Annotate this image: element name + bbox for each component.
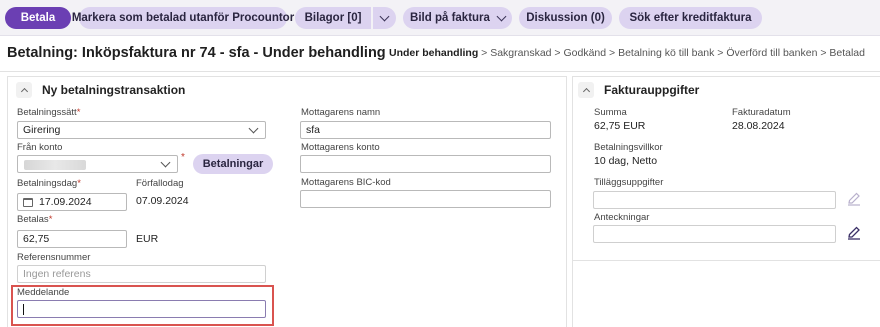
mottagarens-konto-input[interactable]: [300, 155, 551, 173]
currency-label: EUR: [136, 233, 159, 245]
mottagarens-konto-label: Mottagarens konto: [301, 142, 380, 153]
fakturadatum-value: 28.08.2024: [732, 120, 785, 132]
pencil-icon[interactable]: [846, 225, 862, 241]
diskussion-label: Diskussion (0): [526, 12, 605, 24]
tillaggsuppgifter-input[interactable]: [593, 191, 836, 209]
chevron-up-icon: [20, 87, 28, 96]
breadcrumb-separator: >: [478, 47, 491, 59]
summa-label: Summa: [594, 107, 627, 118]
sok-label: Sök efter kreditfaktura: [629, 12, 752, 24]
forfallodag-value: 07.09.2024: [136, 195, 189, 207]
betalas-amount-input[interactable]: 62,75: [17, 230, 127, 248]
pencil-icon[interactable]: [846, 191, 862, 207]
mottagarens-namn-input[interactable]: sfa: [300, 121, 551, 139]
breadcrumb-item-betalning-ko: Betalning kö till bank: [618, 47, 715, 59]
fran-konto-select[interactable]: [17, 155, 178, 173]
breadcrumb: Under behandling > Sakgranskad > Godkänd…: [389, 47, 865, 59]
chevron-down-icon: [379, 11, 390, 21]
markera-betalad-button[interactable]: Markera som betalad utanför Procountor: [72, 7, 294, 29]
text-cursor: [23, 303, 24, 315]
chevron-down-icon: [496, 11, 507, 21]
bild-label: Bild på faktura: [410, 12, 490, 24]
betalningsdag-date-input[interactable]: 17.09.2024: [17, 193, 127, 211]
action-toolbar: Betala Markera som betalad utanför Proco…: [0, 0, 880, 36]
collapse-payment-button[interactable]: [16, 82, 32, 98]
invoice-section-header: Fakturauppgifter: [578, 82, 699, 98]
header-divider: [0, 71, 880, 72]
required-mark: *: [77, 178, 81, 189]
calendar-icon[interactable]: [23, 197, 33, 207]
betalningsdag-label: Betalningsdag*: [17, 178, 81, 189]
betalningsdag-value: 17.09.2024: [39, 196, 92, 208]
breadcrumb-item-sakgranskad: Sakgranskad: [490, 47, 552, 59]
betalningsvillkor-value: 10 dag, Netto: [594, 155, 658, 167]
breadcrumb-separator: >: [817, 47, 830, 59]
chevron-down-icon: [160, 157, 171, 168]
betala-label: Betala: [20, 12, 56, 24]
forfallodag-label: Förfallodag: [136, 178, 184, 189]
betala-button[interactable]: Betala: [5, 7, 71, 29]
required-mark: *: [181, 152, 185, 163]
breadcrumb-separator: >: [551, 47, 564, 59]
betalningar-button[interactable]: Betalningar: [193, 154, 273, 174]
breadcrumb-separator: >: [606, 47, 619, 59]
diskussion-button[interactable]: Diskussion (0): [519, 7, 612, 29]
required-mark: *: [76, 107, 81, 118]
chevron-down-icon: [248, 123, 259, 134]
invoice-section-title: Fakturauppgifter: [604, 83, 700, 97]
required-mark: *: [48, 214, 53, 225]
betalas-value: 62,75: [23, 233, 50, 245]
redacted-account: [24, 160, 86, 170]
betalningar-label: Betalningar: [202, 158, 264, 170]
meddelande-input[interactable]: [17, 300, 266, 318]
chevron-up-icon: [582, 87, 590, 96]
betalningsvillkor-label: Betalningsvillkor: [594, 142, 663, 153]
anteckningar-label: Anteckningar: [594, 212, 650, 223]
page-title: Betalning: Inköpsfaktura nr 74 - sfa - U…: [7, 45, 386, 61]
betalningssatt-select[interactable]: Girering: [17, 121, 266, 139]
fran-konto-label: Från konto: [17, 142, 63, 153]
invoice-panel-divider: [572, 260, 880, 261]
mottagarens-bic-input[interactable]: [300, 190, 551, 208]
sok-kreditfaktura-button[interactable]: Sök efter kreditfaktura: [619, 7, 762, 29]
fakturadatum-label: Fakturadatum: [732, 107, 791, 118]
summa-value: 62,75 EUR: [594, 120, 646, 132]
betalas-label-text: Betalas: [17, 214, 49, 225]
referensnummer-label: Referensnummer: [17, 252, 91, 263]
referensnummer-input[interactable]: Ingen referens: [17, 265, 266, 283]
mottagarens-bic-label: Mottagarens BIC-kod: [301, 177, 391, 188]
markera-label: Markera som betalad utanför Procountor: [71, 12, 295, 24]
breadcrumb-item-overford: Överförd till banken: [726, 47, 818, 59]
payment-section-header: Ny betalningstransaktion: [16, 82, 185, 98]
meddelande-label: Meddelande: [17, 287, 70, 298]
bilagor-dropdown-button[interactable]: [373, 7, 396, 29]
tillaggsuppgifter-label: Tilläggsuppgifter: [594, 177, 664, 188]
breadcrumb-item-godkand: Godkänd: [563, 47, 607, 59]
referensnummer-placeholder: Ingen referens: [23, 268, 91, 280]
betalningssatt-label-text: Betalningssätt: [17, 107, 77, 118]
mottagarens-namn-label: Mottagarens namn: [301, 107, 381, 118]
betalas-label: Betalas*: [17, 214, 52, 225]
bilagor-button[interactable]: Bilagor [0]: [295, 7, 371, 29]
payment-section-title: Ny betalningstransaktion: [42, 83, 186, 97]
mottagarens-namn-value: sfa: [306, 124, 321, 136]
breadcrumb-item-betalad: Betalad: [829, 47, 865, 59]
betalningsdag-label-text: Betalningsdag: [17, 178, 78, 189]
breadcrumb-separator: >: [714, 47, 727, 59]
betalningssatt-value: Girering: [23, 124, 61, 136]
betalningssatt-label: Betalningssätt*: [17, 107, 80, 118]
breadcrumb-item-under-behandling: Under behandling: [389, 47, 479, 59]
collapse-invoice-button[interactable]: [578, 82, 594, 98]
bild-pa-faktura-button[interactable]: Bild på faktura: [403, 7, 512, 29]
anteckningar-input[interactable]: [593, 225, 836, 243]
bilagor-label: Bilagor [0]: [304, 12, 362, 24]
